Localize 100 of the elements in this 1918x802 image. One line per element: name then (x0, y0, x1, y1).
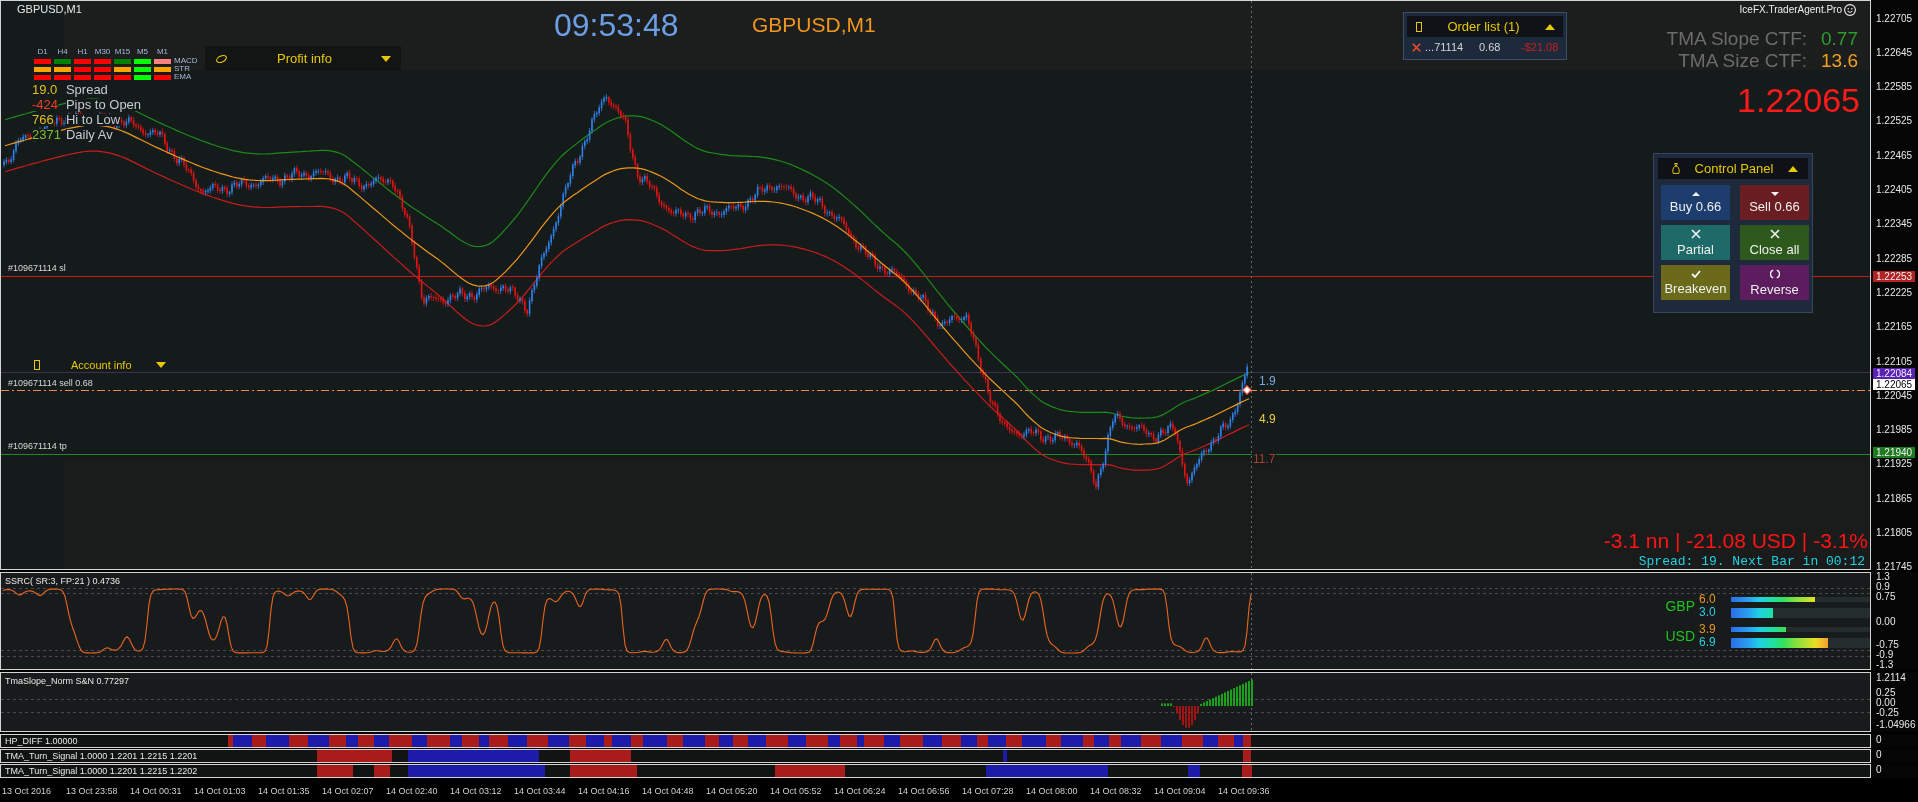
buy-button[interactable]: Buy 0.66 (1661, 185, 1730, 220)
price-axis-label: 1.21745 (1876, 561, 1913, 573)
indicator-row-label: MACD (174, 57, 198, 65)
signal-segment (1161, 735, 1182, 747)
time-axis-label: 14 Oct 09:04 (1154, 785, 1207, 798)
caret-down-icon[interactable] (381, 55, 391, 62)
time-axis-label: 14 Oct 07:28 (962, 785, 1015, 798)
indicator-axis-label: 0.75 (1876, 592, 1896, 602)
indicator-axis-label: -1.04966 (1876, 720, 1916, 730)
time-axis-label: 14 Oct 04:16 (578, 785, 631, 798)
time-axis-label: 14 Oct 02:07 (322, 785, 375, 798)
price-axis-label: 1.21925 (1876, 458, 1913, 470)
timeframe-label: H4 (56, 47, 69, 57)
entry-price-line[interactable] (1, 390, 1870, 391)
indicator-title: TMA_Turn_Signal 1.0000 1.2201 1.2215 1.2202 (5, 765, 198, 777)
price-marker-label: 1.21940 (1873, 446, 1916, 458)
caret-down-icon[interactable] (155, 362, 166, 368)
indicator-axis-label: 0 (1876, 750, 1882, 760)
caret-up-icon (1691, 191, 1700, 196)
indicator-axis-label: 0.00 (1876, 698, 1896, 708)
signal-segment (1242, 765, 1252, 777)
signal-segment (766, 735, 788, 747)
refresh-icon (1769, 268, 1780, 279)
stat-figure: 19.0 (32, 84, 58, 96)
stat-figure: 766 (32, 114, 54, 126)
time-axis-label: 14 Oct 09:36 (1218, 785, 1271, 798)
caret-up-icon[interactable] (1545, 23, 1555, 30)
price-axis-label: 1.22405 (1876, 184, 1913, 195)
signal-segment (317, 765, 353, 777)
indicator-axis-label: -0.25 (1876, 708, 1899, 718)
time-axis-label: 14 Oct 01:03 (194, 785, 247, 798)
signal-segment (289, 735, 308, 747)
rectangle-icon (34, 360, 40, 370)
panel-title: Order list (1) (1446, 18, 1521, 35)
order-line-label: #109671114 sell 0.68 (8, 378, 93, 389)
panel-header[interactable]: Control Panel (1658, 158, 1808, 179)
indicator-row-label: EMA (174, 73, 193, 81)
cross-icon (1769, 228, 1780, 239)
strength-value: 6.0 (1699, 593, 1717, 606)
signal-segment (548, 735, 569, 747)
time-axis-label: 14 Oct 03:44 (514, 785, 567, 798)
time-axis-label: 14 Oct 05:20 (706, 785, 759, 798)
price-axis-label: 1.22705 (1876, 12, 1913, 24)
signal-segment (346, 735, 358, 747)
signal-segment (329, 735, 346, 747)
signal-segment (569, 735, 586, 747)
indicator-axis-label: 0.00 (1876, 617, 1896, 627)
signal-segment (508, 735, 527, 747)
time-axis-label: 14 Oct 03:12 (450, 785, 503, 798)
panel-header[interactable]: Profit info (205, 46, 401, 71)
timeframe-label: M30 (94, 47, 111, 57)
time-axis-label: 13 Oct 23:58 (66, 785, 119, 798)
spread-timer: Spread: 19. Next Bar in 00:12 (1638, 554, 1865, 569)
signal-segment (1141, 735, 1161, 747)
caret-up-icon[interactable] (1788, 165, 1798, 172)
cross-icon (1690, 228, 1701, 239)
time-axis-label: 14 Oct 08:32 (1090, 785, 1143, 798)
stat-name: Spread (65, 84, 108, 96)
signal-segment (570, 765, 637, 777)
order-line-label: #109671114 tp (8, 441, 67, 452)
stat-name: Hi to Low (65, 114, 121, 126)
close-icon[interactable] (1412, 42, 1421, 52)
price-axis-label: 1.22105 (1876, 355, 1913, 367)
order-profit: -$21.08 (1521, 40, 1559, 54)
price-axis-label: 1.22525 (1876, 115, 1913, 127)
indicator-axis-label: -0.9 (1876, 650, 1894, 660)
price-axis-label: 1.21865 (1876, 492, 1913, 504)
signal-segment (923, 735, 942, 747)
readout-label: TMA Slope CTF: (1666, 28, 1807, 50)
timeframe-label: D1 (36, 47, 49, 57)
bid-price: 1.22065 (1737, 81, 1860, 119)
signal-segment (719, 735, 733, 747)
signal-segment (358, 735, 374, 747)
check-icon (1690, 269, 1701, 278)
panel-title[interactable]: Account info (71, 358, 132, 372)
clock-label: 09:53:48 (554, 7, 679, 43)
panel-header[interactable]: Order list (1) (1407, 16, 1563, 37)
partial-close-button[interactable]: Partial (1661, 225, 1730, 260)
strength-value: 3.0 (1699, 606, 1717, 619)
band-distance-label: 1.9 (1258, 375, 1277, 388)
panel-title: Profit info (276, 50, 333, 67)
price-axis-label: 1.22645 (1876, 46, 1913, 58)
rectangle-icon (1416, 21, 1422, 32)
time-axis-label: 14 Oct 01:35 (258, 785, 311, 798)
close-all-button[interactable]: Close all (1740, 225, 1809, 260)
signal-segment (748, 735, 766, 747)
indicator-axis-label: 0.9 (1876, 582, 1890, 592)
reverse-button[interactable]: Reverse (1740, 265, 1809, 300)
indicator-axis-label: -1.3 (1876, 660, 1894, 670)
stat-name: Daily Av (65, 129, 113, 141)
timeframe-label: M1 (155, 47, 170, 57)
indicator-axis-label: 0 (1876, 735, 1882, 745)
indicator-axis-label: 0 (1876, 765, 1882, 775)
indicator-axis-label: 1.3 (1876, 572, 1890, 582)
signal-segment (1203, 735, 1218, 747)
band-distance-label: 4.9 (1258, 413, 1277, 426)
signal-segment (1188, 765, 1200, 777)
breakeven-button[interactable]: Breakeven (1661, 265, 1730, 300)
brand-label: IceFX.TraderAgent.Pro (1739, 4, 1842, 16)
sell-button[interactable]: Sell 0.66 (1740, 185, 1809, 220)
